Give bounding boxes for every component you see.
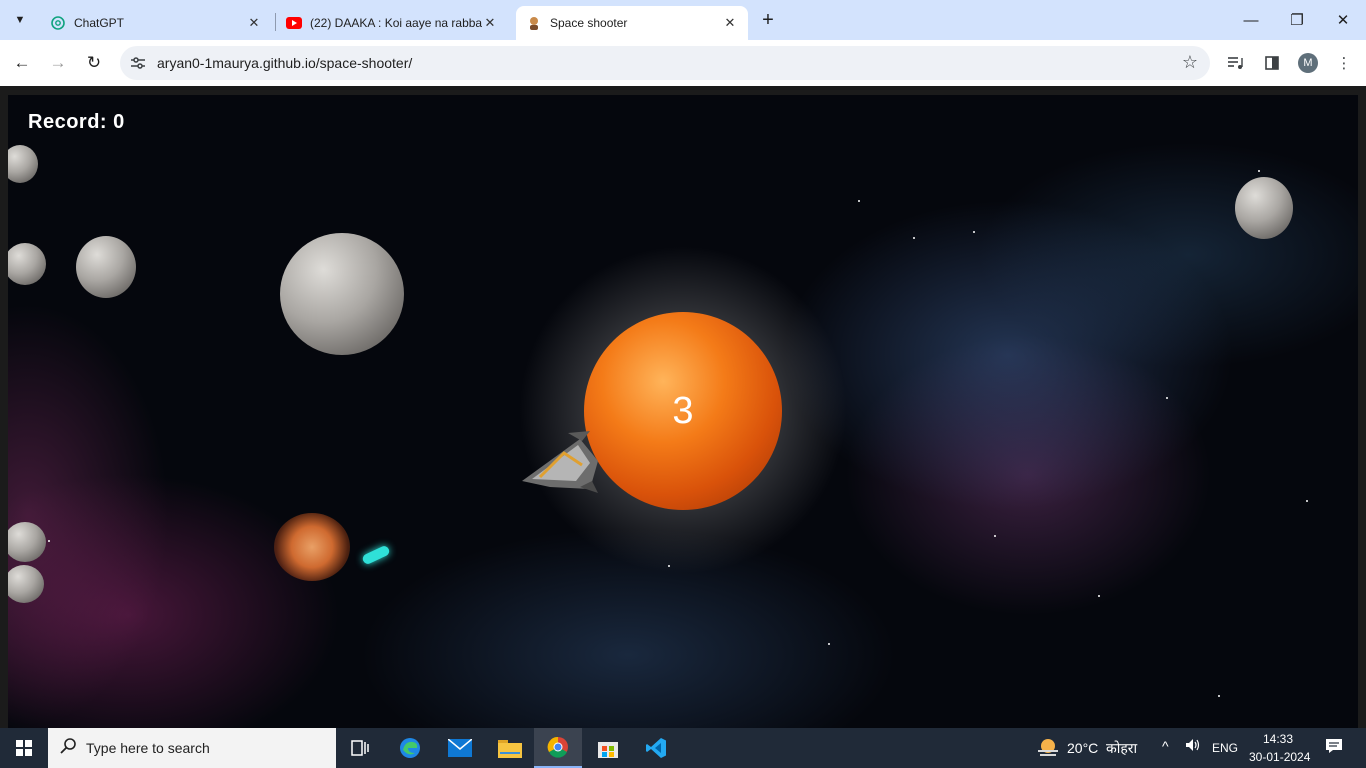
chrome-icon [547, 736, 568, 758]
start-button[interactable] [0, 728, 48, 768]
url-text[interactable]: aryan0-1maurya.github.io/space-shooter/ [157, 55, 412, 71]
star [1306, 500, 1308, 502]
tab-chatgpt[interactable]: ChatGPT ✕ [40, 6, 272, 40]
laser-bolt [361, 544, 391, 566]
folder-icon [498, 740, 522, 758]
edge-icon [400, 738, 420, 758]
store-icon [598, 742, 618, 758]
task-view-button[interactable] [336, 728, 384, 768]
language-indicator[interactable]: ENG [1212, 741, 1238, 755]
forward-button[interactable]: → [42, 47, 74, 79]
search-placeholder: Type here to search [86, 740, 210, 756]
vscode-app-button[interactable] [632, 728, 680, 768]
player-spaceship [522, 431, 598, 493]
browser-tabstrip: ▼ ChatGPT ✕ (22) DAAKA : Koi aaye na rab… [0, 0, 1366, 40]
minimize-button[interactable]: — [1228, 0, 1274, 40]
weather-temperature[interactable]: 20°C [1067, 740, 1098, 756]
browser-toolbar: ← → ↻ aryan0-1maurya.github.io/space-sho… [0, 40, 1366, 86]
star [1098, 595, 1100, 597]
chrome-app-button[interactable] [534, 728, 582, 768]
mail-icon [448, 739, 472, 757]
tab-title: (22) DAAKA : Koi aaye na rabba [310, 16, 482, 30]
star [858, 200, 860, 202]
chatgpt-logo-icon [50, 15, 66, 31]
file-explorer-button[interactable] [486, 728, 534, 768]
weather-condition[interactable]: कोहरा [1106, 739, 1137, 758]
restore-button[interactable]: ❐ [1274, 0, 1320, 40]
profile-avatar[interactable]: M [1298, 53, 1318, 73]
star [1258, 170, 1260, 172]
close-icon[interactable]: ✕ [482, 15, 498, 31]
clock-date[interactable]: 30-01-2024 [1249, 750, 1310, 764]
tab-title: Space shooter [550, 16, 628, 30]
back-button[interactable]: ← [6, 47, 38, 79]
explosion [274, 513, 350, 581]
youtube-logo-icon [286, 15, 302, 31]
task-view-icon [351, 740, 369, 756]
windows-taskbar: Type here to search 20°C कोहरा ^ ENG 14:… [0, 728, 1366, 768]
address-bar[interactable]: aryan0-1maurya.github.io/space-shooter/ … [120, 46, 1210, 80]
mail-app-button[interactable] [436, 728, 484, 768]
asteroid [8, 145, 38, 183]
media-controls-icon[interactable] [1225, 52, 1247, 74]
store-app-button[interactable] [584, 728, 632, 768]
asteroid [8, 243, 46, 285]
close-window-button[interactable]: ✕ [1320, 0, 1366, 40]
asteroid [280, 233, 404, 355]
vscode-icon [646, 738, 666, 758]
star [1166, 397, 1168, 399]
star [913, 237, 915, 239]
volume-icon[interactable] [1185, 738, 1201, 755]
windows-logo-icon [16, 740, 32, 756]
asteroid [1235, 177, 1293, 239]
chevron-up-icon[interactable]: ^ [1162, 738, 1169, 754]
taskbar-search-box[interactable]: Type here to search [48, 728, 336, 768]
star [994, 535, 996, 537]
game-canvas[interactable]: Record: 0 3 [8, 95, 1358, 728]
edge-app-button[interactable] [386, 728, 434, 768]
star [973, 231, 975, 233]
close-icon[interactable]: ✕ [722, 15, 738, 31]
asteroid [76, 236, 136, 298]
page-viewport: Record: 0 3 [0, 86, 1366, 728]
tab-title: ChatGPT [74, 16, 125, 30]
site-favicon-icon [526, 15, 542, 31]
star [1218, 695, 1220, 697]
site-settings-icon[interactable] [128, 53, 148, 73]
bookmark-star-icon[interactable]: ☆ [1182, 52, 1198, 73]
reload-button[interactable]: ↻ [78, 47, 110, 79]
asteroid [8, 522, 46, 562]
more-menu-icon[interactable]: ⋮ [1333, 52, 1355, 74]
close-icon[interactable]: ✕ [246, 15, 262, 31]
side-panel-icon[interactable] [1261, 52, 1283, 74]
tab-search-button[interactable]: ▼ [8, 8, 32, 32]
notifications-icon[interactable] [1325, 738, 1343, 757]
star [828, 643, 830, 645]
tab-space-shooter[interactable]: Space shooter ✕ [516, 6, 748, 40]
search-icon [60, 738, 76, 758]
tab-youtube[interactable]: (22) DAAKA : Koi aaye na rabba ✕ [276, 6, 508, 40]
clock-time[interactable]: 14:33 [1263, 732, 1293, 746]
record-score: Record: 0 [28, 111, 125, 133]
weather-icon[interactable] [1036, 737, 1060, 762]
asteroid [8, 565, 44, 603]
chevron-down-icon: ▼ [14, 14, 26, 26]
new-tab-button[interactable]: + [756, 8, 780, 32]
countdown-number: 3 [672, 389, 694, 432]
star [48, 540, 50, 542]
